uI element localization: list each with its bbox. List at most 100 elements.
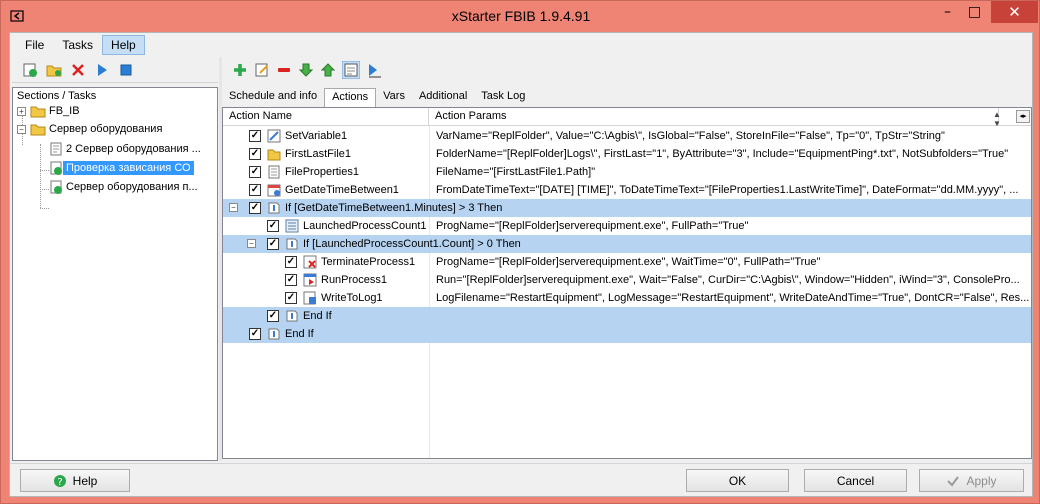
action-name: End If — [285, 328, 314, 340]
tree-item-task-2[interactable]: 2 Сервер оборудования ... — [49, 140, 204, 158]
tab-schedule[interactable]: Schedule and info — [222, 88, 324, 108]
action-row[interactable]: ✓ RunProcess1 Run="[ReplFolder]serverequ… — [223, 271, 1031, 289]
window-title: xStarter FBIB 1.9.4.91 — [451, 8, 591, 24]
enable-checkbox[interactable]: ✓ — [285, 274, 297, 286]
folder-icon — [30, 106, 46, 118]
move-down-icon[interactable] — [298, 62, 314, 78]
help-button-label: Help — [72, 473, 98, 488]
check-icon — [947, 475, 960, 487]
collapse-icon[interactable]: − — [17, 124, 26, 134]
action-row[interactable]: ✓ FileProperties1 FileName="[FirstLastFi… — [223, 163, 1031, 181]
collapse-icon[interactable]: − — [247, 239, 256, 248]
ok-button[interactable]: OK — [686, 469, 789, 492]
stop-icon[interactable] — [118, 62, 134, 78]
action-row-end-if[interactable]: ✓ End If — [223, 307, 1031, 325]
grid-header: Action Name Action Params ▲ ▼ ◂▸ — [223, 108, 1031, 128]
scroll-arrows-icon[interactable]: ◂▸ — [1016, 110, 1030, 123]
action-row[interactable]: ✓ FirstLastFile1 FolderName="[ReplFolder… — [223, 145, 1031, 163]
tab-actions[interactable]: Actions — [324, 88, 377, 108]
enable-checkbox[interactable]: ✓ — [285, 256, 297, 268]
action-row[interactable]: ✓ GetDateTimeBetween1 FromDateTimeText="… — [223, 181, 1031, 199]
maximize-icon: □ — [967, 4, 982, 20]
params-highlight: "C:\Agbis\" — [746, 274, 799, 286]
menu-bar: File Tasks Help — [10, 33, 1032, 56]
action-name: End If — [303, 310, 332, 322]
apply-button[interactable]: Apply — [919, 469, 1024, 492]
action-row-if[interactable]: − ✓ If [LaunchedProcessCount1.Count] > 0… — [223, 235, 1031, 253]
app-window: xStarter FBIB 1.9.4.91 – □ ✕ File Tasks … — [0, 0, 1040, 504]
run-process-icon — [303, 273, 317, 287]
tree-item-label: Сервер оборудования п... — [66, 181, 198, 193]
action-row[interactable]: ✓ TerminateProcess1 ProgName="[ReplFolde… — [223, 253, 1031, 271]
enable-checkbox[interactable]: ✓ — [267, 310, 279, 322]
action-params: Run="[ReplFolder]serverequipment.exe", W… — [436, 274, 1030, 286]
tab-additional[interactable]: Additional — [412, 88, 474, 108]
action-name: If [LaunchedProcessCount1.Count] > 0 The… — [303, 238, 521, 250]
toggle-view-icon[interactable] — [342, 61, 360, 79]
tree-item-fb-ib[interactable]: + FB_IB — [17, 102, 83, 120]
params-text: , Window="Hidden", iWind="3", ConsolePro… — [798, 274, 1020, 286]
action-name: FileProperties1 — [285, 166, 359, 178]
task-active-icon — [50, 180, 62, 194]
column-action-name[interactable]: Action Name — [223, 108, 429, 125]
enable-checkbox[interactable]: ✓ — [249, 166, 261, 178]
action-row[interactable]: ✓ WriteToLog1 LogFilename="RestartEquipm… — [223, 289, 1031, 307]
actions-grid: Action Name Action Params ▲ ▼ ◂▸ ✓ SetVar… — [222, 107, 1032, 459]
terminate-process-icon — [303, 255, 317, 269]
enable-checkbox[interactable]: ✓ — [267, 238, 279, 250]
enable-checkbox[interactable]: ✓ — [249, 130, 261, 142]
delete-icon[interactable] — [70, 62, 86, 78]
action-row[interactable]: ✓ SetVariable1 VarName="ReplFolder", Val… — [223, 127, 1031, 145]
title-bar[interactable]: xStarter FBIB 1.9.4.91 – □ ✕ — [1, 1, 1040, 33]
action-row-end-if[interactable]: ✓ End If — [223, 325, 1031, 343]
edit-icon[interactable] — [254, 62, 270, 78]
sort-icon[interactable]: ▲ ▼ — [993, 110, 1001, 128]
enable-checkbox[interactable]: ✓ — [249, 148, 261, 160]
tab-task-log[interactable]: Task Log — [474, 88, 532, 108]
new-task-icon[interactable] — [22, 62, 38, 78]
action-params: FolderName="[ReplFolder]Logs\", FirstLas… — [436, 148, 1009, 160]
close-button[interactable]: ✕ — [991, 1, 1038, 23]
enable-checkbox[interactable]: ✓ — [249, 328, 261, 340]
action-row-if[interactable]: − ✓ If [GetDateTimeBetween1.Minutes] > 3… — [223, 199, 1031, 217]
cancel-button[interactable]: Cancel — [804, 469, 907, 492]
move-up-icon[interactable] — [320, 62, 336, 78]
params-text: Run="[ReplFolder]serverequipment.exe", W… — [436, 274, 747, 286]
help-button[interactable]: ? Help — [20, 469, 130, 492]
expand-icon[interactable]: + — [17, 106, 26, 116]
if-block-icon — [286, 238, 298, 250]
enable-checkbox[interactable]: ✓ — [285, 292, 297, 304]
add-icon[interactable] — [232, 62, 248, 78]
action-row[interactable]: ✓ LaunchedProcessCount1 ProgName="[ReplF… — [223, 217, 1031, 235]
tree-line — [40, 208, 49, 209]
menu-help[interactable]: Help — [102, 34, 145, 55]
set-variable-icon — [267, 129, 281, 143]
tree-item-server-equipment[interactable]: − Сервер оборудования — [17, 120, 165, 138]
run-action-icon[interactable] — [366, 62, 382, 78]
new-folder-icon[interactable] — [46, 62, 62, 78]
minimize-icon: – — [944, 4, 951, 20]
run-icon[interactable] — [94, 62, 110, 78]
menu-tasks[interactable]: Tasks — [53, 35, 102, 55]
collapse-icon[interactable]: − — [229, 203, 238, 212]
tab-vars[interactable]: Vars — [376, 88, 412, 108]
enable-checkbox[interactable]: ✓ — [267, 220, 279, 232]
maximize-button[interactable]: □ — [961, 1, 988, 23]
tree-item-check-hang[interactable]: Проверка зависания СО — [49, 159, 194, 177]
task-tabs: Schedule and info Actions Vars Additiona… — [222, 88, 532, 108]
calendar-icon — [267, 184, 281, 197]
column-action-params[interactable]: Action Params — [429, 108, 999, 125]
action-params: ProgName="[ReplFolder]serverequipment.ex… — [436, 256, 821, 268]
menu-file[interactable]: File — [16, 35, 53, 55]
action-name: SetVariable1 — [285, 130, 348, 142]
apply-button-label: Apply — [966, 473, 997, 488]
remove-icon[interactable] — [276, 62, 292, 78]
folder-icon — [267, 149, 281, 161]
enable-checkbox[interactable]: ✓ — [249, 202, 261, 214]
minimize-button[interactable]: – — [934, 1, 961, 23]
enable-checkbox[interactable]: ✓ — [249, 184, 261, 196]
tree-item-server-p[interactable]: Сервер оборудования п... — [49, 178, 201, 196]
tree-line — [40, 144, 41, 208]
task-icon — [50, 142, 62, 156]
end-if-icon — [268, 328, 280, 340]
